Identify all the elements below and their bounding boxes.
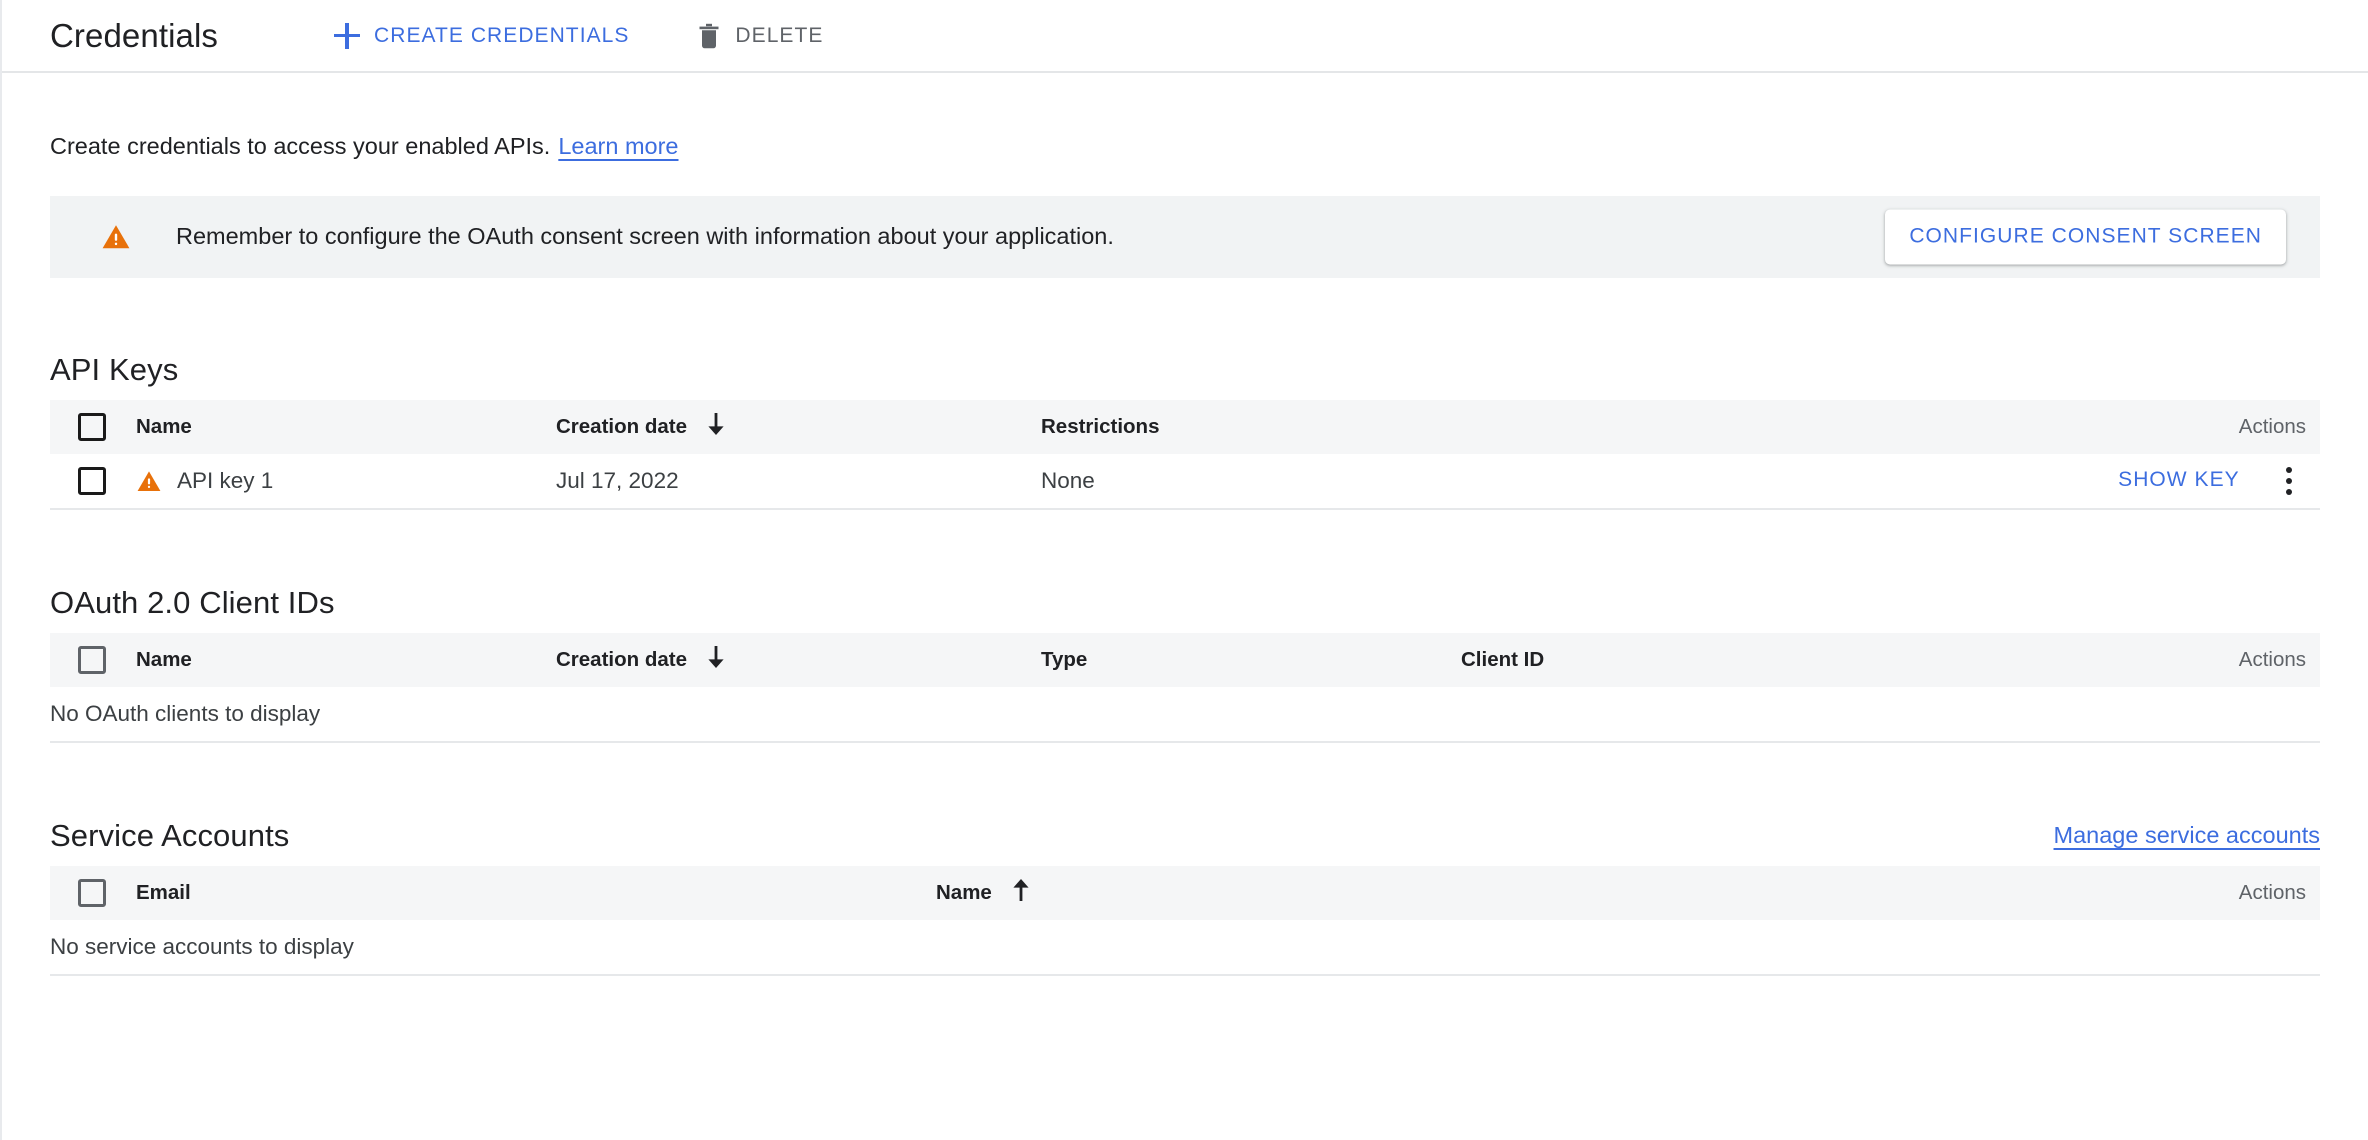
warning-triangle-icon — [136, 468, 162, 494]
api-key-creation-date: Jul 17, 2022 — [556, 467, 679, 493]
service-accounts-table: Email Name Actions No service accounts t… — [50, 865, 2320, 976]
trash-icon — [697, 23, 721, 49]
service-accounts-header: Service Accounts Manage service accounts — [50, 806, 2320, 866]
learn-more-link[interactable]: Learn more — [558, 134, 678, 159]
api-keys-select-all-checkbox[interactable] — [78, 412, 106, 441]
api-key-actions-cell: SHOW KEY — [1521, 454, 2320, 509]
api-key-row-select-cell — [50, 454, 136, 509]
plus-icon — [334, 22, 361, 49]
api-keys-col-actions: Actions — [2238, 414, 2306, 438]
delete-button[interactable]: DELETE — [687, 15, 833, 57]
configure-consent-screen-button[interactable]: CONFIGURE CONSENT SCREEN — [1885, 209, 2286, 264]
api-keys-title: API Keys — [50, 352, 179, 387]
service-accounts-col-actions: Actions — [2238, 880, 2306, 904]
oauth-col-type[interactable]: Type — [1041, 633, 1461, 687]
api-key-name[interactable]: API key 1 — [177, 468, 273, 494]
down-arrow-icon — [705, 645, 727, 675]
service-accounts-col-email[interactable]: Email — [136, 866, 936, 920]
oauth-clients-table: Name Creation date Type Client ID Action… — [50, 632, 2320, 743]
show-key-button[interactable]: SHOW KEY — [2114, 462, 2244, 498]
api-keys-section: API Keys Name Creation date Restrictions… — [2, 340, 2368, 510]
table-header-row: Name Creation date Type Client ID Action… — [50, 632, 2320, 687]
api-key-row-checkbox[interactable] — [78, 466, 106, 495]
credentials-page: Credentials CREATE CREDENTIALS DELETE Cr… — [0, 0, 2368, 1140]
service-accounts-empty-message: No service accounts to display — [50, 933, 354, 959]
service-accounts-empty-row: No service accounts to display — [50, 920, 2320, 975]
page-content: Create credentials to access your enable… — [2, 73, 2368, 976]
service-accounts-section: Service Accounts Manage service accounts… — [2, 806, 2368, 976]
up-arrow-icon — [1010, 878, 1032, 908]
api-keys-select-all-cell — [50, 400, 136, 454]
create-credentials-button[interactable]: CREATE CREDENTIALS — [324, 15, 639, 57]
api-key-name-cell: API key 1 — [136, 454, 556, 509]
table-row[interactable]: API key 1 Jul 17, 2022 None SHOW KEY — [50, 454, 2320, 509]
kebab-menu-icon[interactable] — [2272, 462, 2306, 500]
page-header: Credentials CREATE CREDENTIALS DELETE — [2, 0, 2368, 73]
oauth-clients-header: OAuth 2.0 Client IDs — [50, 573, 2320, 633]
oauth-col-client-id[interactable]: Client ID — [1461, 633, 1881, 687]
service-accounts-select-all-checkbox[interactable] — [78, 878, 106, 907]
oauth-col-actions: Actions — [2238, 647, 2306, 671]
oauth-clients-title: OAuth 2.0 Client IDs — [50, 585, 335, 620]
service-accounts-title: Service Accounts — [50, 818, 290, 853]
down-arrow-icon — [705, 412, 727, 442]
banner-message: Remember to configure the OAuth consent … — [176, 222, 1114, 249]
intro-text-row: Create credentials to access your enable… — [2, 73, 2368, 159]
service-accounts-col-name[interactable]: Name — [936, 866, 1636, 920]
service-accounts-select-all-cell — [50, 866, 136, 920]
page-title: Credentials — [50, 17, 219, 54]
oauth-select-all-cell — [50, 633, 136, 687]
api-keys-col-name[interactable]: Name — [136, 400, 556, 454]
intro-text: Create credentials to access your enable… — [50, 133, 551, 159]
warning-triangle-icon — [50, 222, 131, 252]
oauth-col-name[interactable]: Name — [136, 633, 556, 687]
table-header-row: Email Name Actions — [50, 865, 2320, 920]
api-keys-header: API Keys — [50, 340, 2320, 400]
oauth-col-creation-date[interactable]: Creation date — [556, 633, 1041, 687]
create-credentials-label: CREATE CREDENTIALS — [374, 23, 630, 47]
delete-label: DELETE — [735, 23, 824, 47]
oauth-select-all-checkbox[interactable] — [78, 645, 106, 674]
api-keys-col-creation-date[interactable]: Creation date — [556, 400, 1041, 454]
oauth-col-creation-date-label: Creation date — [556, 647, 687, 671]
oauth-empty-row: No OAuth clients to display — [50, 687, 2320, 742]
oauth-clients-section: OAuth 2.0 Client IDs Name Creation date … — [2, 573, 2368, 743]
oauth-consent-banner: Remember to configure the OAuth consent … — [50, 195, 2320, 278]
api-key-restrictions: None — [1041, 467, 1095, 493]
table-header-row: Name Creation date Restrictions Actions — [50, 399, 2320, 454]
service-accounts-col-name-label: Name — [936, 880, 992, 904]
api-keys-table: Name Creation date Restrictions Actions … — [50, 399, 2320, 510]
api-keys-col-restrictions[interactable]: Restrictions — [1041, 400, 1521, 454]
oauth-empty-message: No OAuth clients to display — [50, 700, 321, 726]
api-keys-col-creation-date-label: Creation date — [556, 414, 687, 438]
manage-service-accounts-link[interactable]: Manage service accounts — [2054, 823, 2320, 848]
